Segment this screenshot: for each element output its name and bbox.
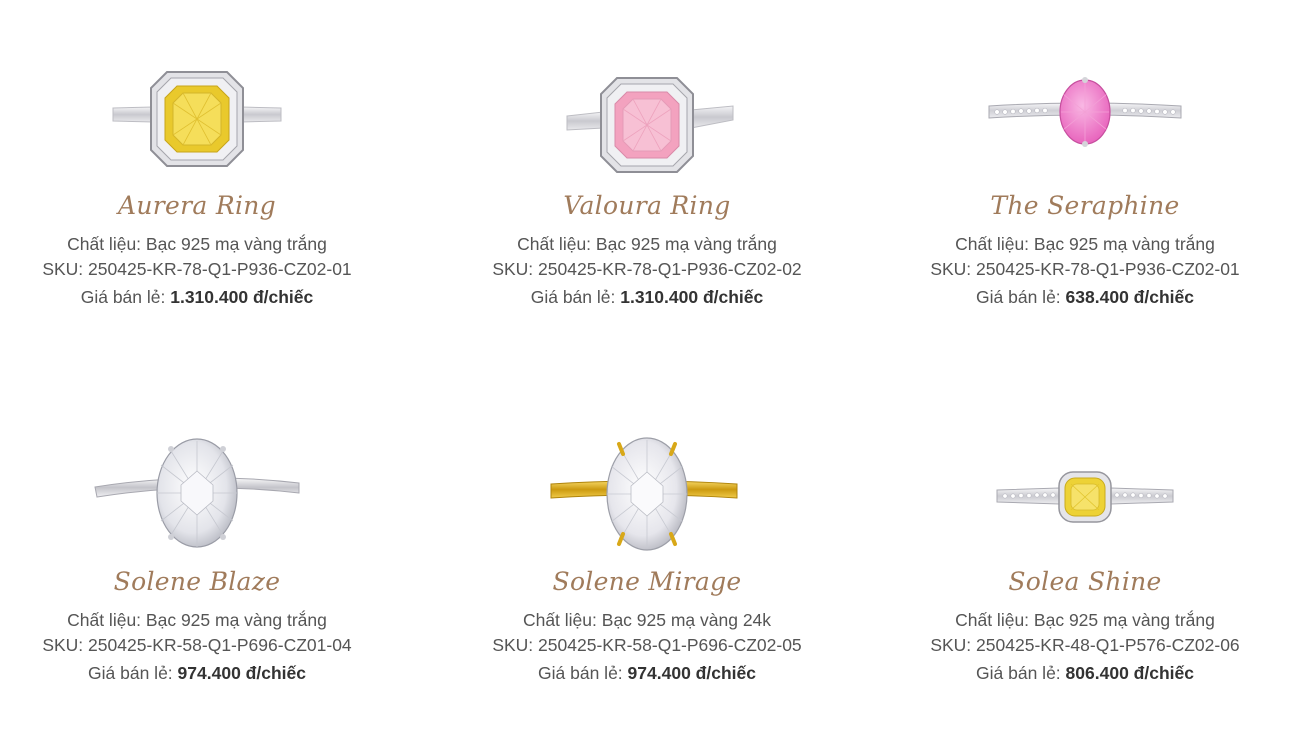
material-value: Bạc 925 mạ vàng trắng [145,610,327,630]
product-sku: SKU: 250425-KR-78-Q1-P936-CZ02-01 [875,258,1295,280]
price-label: Giá bán lẻ: [530,287,616,307]
product-price: Giá bán lẻ: 638.400 đ/chiếc [875,286,1295,308]
material-value: Bạc 925 mạ vàng 24k [601,610,772,630]
product-name[interactable]: The Seraphine [875,191,1295,221]
product-name[interactable]: Solene Mirage [437,567,857,597]
product-price: Giá bán lẻ: 974.400 đ/chiếc [0,662,407,684]
sku-value: 250425-KR-58-Q1-P696-CZ02-05 [538,635,802,655]
price-value: 974.400 đ/chiếc [177,663,306,683]
product-sku: SKU: 250425-KR-78-Q1-P936-CZ02-02 [437,258,857,280]
price-value: 806.400 đ/chiếc [1065,663,1194,683]
material-value: Bạc 925 mạ vàng trắng [145,234,327,254]
product-sku: SKU: 250425-KR-48-Q1-P576-CZ02-06 [875,634,1295,656]
pink-cushion-halo-ring-icon[interactable] [537,60,757,180]
product-price: Giá bán lẻ: 1.310.400 đ/chiếc [437,286,857,308]
material-label: Chất liệu: [955,234,1030,254]
price-label: Giá bán lẻ: [538,663,623,683]
price-value: 974.400 đ/chiếc [627,663,756,683]
material-label: Chất liệu: [67,610,142,630]
product-sku: SKU: 250425-KR-58-Q1-P696-CZ01-04 [0,634,407,656]
product-material: Chất liệu: Bạc 925 mạ vàng trắng [875,609,1295,631]
product-name[interactable]: Aurera Ring [0,191,407,221]
material-label: Chất liệu: [517,234,592,254]
product-material: Chất liệu: Bạc 925 mạ vàng trắng [0,233,407,255]
material-label: Chất liệu: [955,610,1030,630]
sku-value: 250425-KR-78-Q1-P936-CZ02-02 [538,259,802,279]
price-value: 1.310.400 đ/chiếc [620,287,764,307]
sku-label: SKU: [42,259,84,279]
product-name[interactable]: Solea Shine [875,567,1295,597]
sku-label: SKU: [42,635,84,655]
product-price: Giá bán lẻ: 806.400 đ/chiếc [875,662,1295,684]
material-value: Bạc 925 mạ vàng trắng [1033,234,1215,254]
yellow-cushion-pave-ring-icon[interactable] [975,450,1195,570]
price-value: 638.400 đ/chiếc [1065,287,1194,307]
product-price: Giá bán lẻ: 1.310.400 đ/chiếc [0,286,407,308]
sku-label: SKU: [492,635,534,655]
sku-label: SKU: [930,635,972,655]
price-label: Giá bán lẻ: [976,663,1061,683]
product-material: Chất liệu: Bạc 925 mạ vàng trắng [437,233,857,255]
material-value: Bạc 925 mạ vàng trắng [1033,610,1215,630]
product-material: Chất liệu: Bạc 925 mạ vàng trắng [875,233,1295,255]
sku-value: 250425-KR-78-Q1-P936-CZ02-01 [88,259,352,279]
material-value: Bạc 925 mạ vàng trắng [595,234,777,254]
sku-value: 250425-KR-48-Q1-P576-CZ02-06 [976,635,1240,655]
product-name[interactable]: Valoura Ring [437,191,857,221]
product-sku: SKU: 250425-KR-58-Q1-P696-CZ02-05 [437,634,857,656]
product-material: Chất liệu: Bạc 925 mạ vàng 24k [437,609,857,631]
price-label: Giá bán lẻ: [976,287,1061,307]
sku-value: 250425-KR-58-Q1-P696-CZ01-04 [88,635,352,655]
material-label: Chất liệu: [522,610,597,630]
material-label: Chất liệu: [67,234,142,254]
pink-oval-pave-ring-icon[interactable] [975,72,1195,192]
sku-label: SKU: [492,259,534,279]
sku-label: SKU: [930,259,972,279]
product-material: Chất liệu: Bạc 925 mạ vàng trắng [0,609,407,631]
price-label: Giá bán lẻ: [80,287,166,307]
price-label: Giá bán lẻ: [88,663,173,683]
clear-oval-gold-solitaire-ring-icon[interactable] [537,432,757,552]
product-name[interactable]: Solene Blaze [0,567,407,597]
product-sku: SKU: 250425-KR-78-Q1-P936-CZ02-01 [0,258,407,280]
product-price: Giá bán lẻ: 974.400 đ/chiếc [437,662,857,684]
sku-value: 250425-KR-78-Q1-P936-CZ02-01 [976,259,1240,279]
price-value: 1.310.400 đ/chiếc [170,287,314,307]
yellow-cushion-halo-ring-icon[interactable] [87,60,307,180]
clear-oval-solitaire-ring-icon[interactable] [87,435,307,555]
